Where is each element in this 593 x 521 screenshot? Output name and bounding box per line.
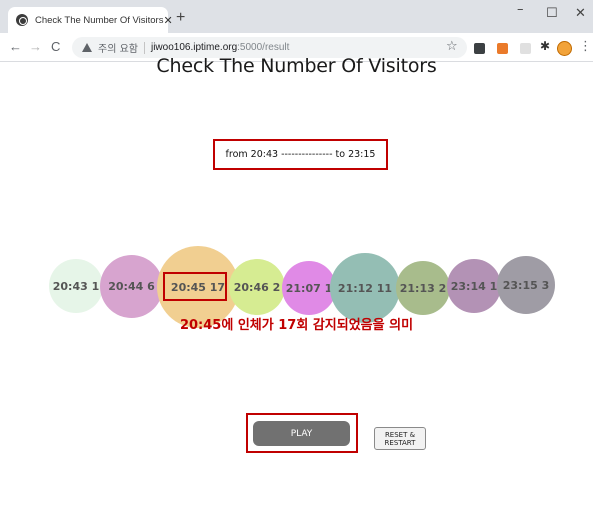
new-tab-button[interactable]: + — [176, 9, 185, 27]
extension-icon[interactable] — [474, 43, 485, 54]
visitor-bubble: 20:44 6 — [100, 255, 163, 318]
visitor-bubble: 20:43 1 — [49, 259, 103, 313]
visitor-bubble: 21:13 2 — [396, 261, 450, 315]
extension-icon[interactable] — [520, 43, 531, 54]
highlight-box — [163, 272, 227, 301]
tab-strip: Check The Number Of Visitors ✕ + – ☐ ✕ — [0, 0, 593, 33]
bookmark-star-icon[interactable]: ☆ — [446, 39, 458, 54]
browser-chrome: Check The Number Of Visitors ✕ + – ☐ ✕ ←… — [0, 0, 593, 62]
forward-button[interactable]: → — [29, 39, 42, 54]
time-range-text: from 20:43 --------------- to 23:15 — [225, 149, 376, 160]
tab-title: Check The Number Of Visitors — [35, 14, 164, 26]
globe-icon — [16, 14, 28, 26]
url-host[interactable]: jiwoo106.iptime.org — [151, 42, 237, 53]
back-button[interactable]: ← — [9, 39, 22, 54]
minimize-button[interactable]: – — [517, 2, 524, 17]
window-close-button[interactable]: ✕ — [575, 6, 586, 21]
visitor-bubble: 21:07 1 — [282, 261, 336, 315]
play-button[interactable]: PLAY — [253, 421, 350, 446]
url-divider — [143, 41, 145, 54]
menu-icon[interactable]: ⋮ — [579, 39, 592, 54]
avatar[interactable] — [557, 41, 572, 56]
close-tab-icon[interactable]: ✕ — [163, 14, 172, 27]
restart-label: RESTART — [384, 438, 416, 447]
security-label[interactable]: 주의 요함 — [98, 40, 138, 55]
time-range-box: from 20:43 --------------- to 23:15 — [213, 139, 388, 170]
reset-label: RESET & — [384, 430, 416, 439]
warning-icon[interactable] — [82, 43, 92, 52]
annotation-text: 20:45에 인체가 17회 감지되었음을 의미 — [179, 318, 414, 333]
puzzle-icon[interactable]: ✱ — [540, 39, 550, 53]
visitor-bubble: 21:12 11 — [330, 253, 400, 323]
maximize-button[interactable]: ☐ — [546, 6, 558, 21]
visitor-bubble: 23:15 3 — [497, 256, 555, 314]
reload-button[interactable]: C — [51, 39, 60, 54]
page-title: Check The Number Of Visitors — [156, 55, 437, 77]
visitor-bubble: 20:46 2 — [229, 259, 285, 315]
reset-restart-button[interactable]: RESET & RESTART — [374, 427, 426, 450]
url-path[interactable]: :5000/result — [237, 42, 289, 53]
extension-icon[interactable] — [497, 43, 508, 54]
tab-active[interactable]: Check The Number Of Visitors ✕ — [8, 7, 173, 33]
visitor-bubble: 23:14 1 — [447, 259, 501, 313]
